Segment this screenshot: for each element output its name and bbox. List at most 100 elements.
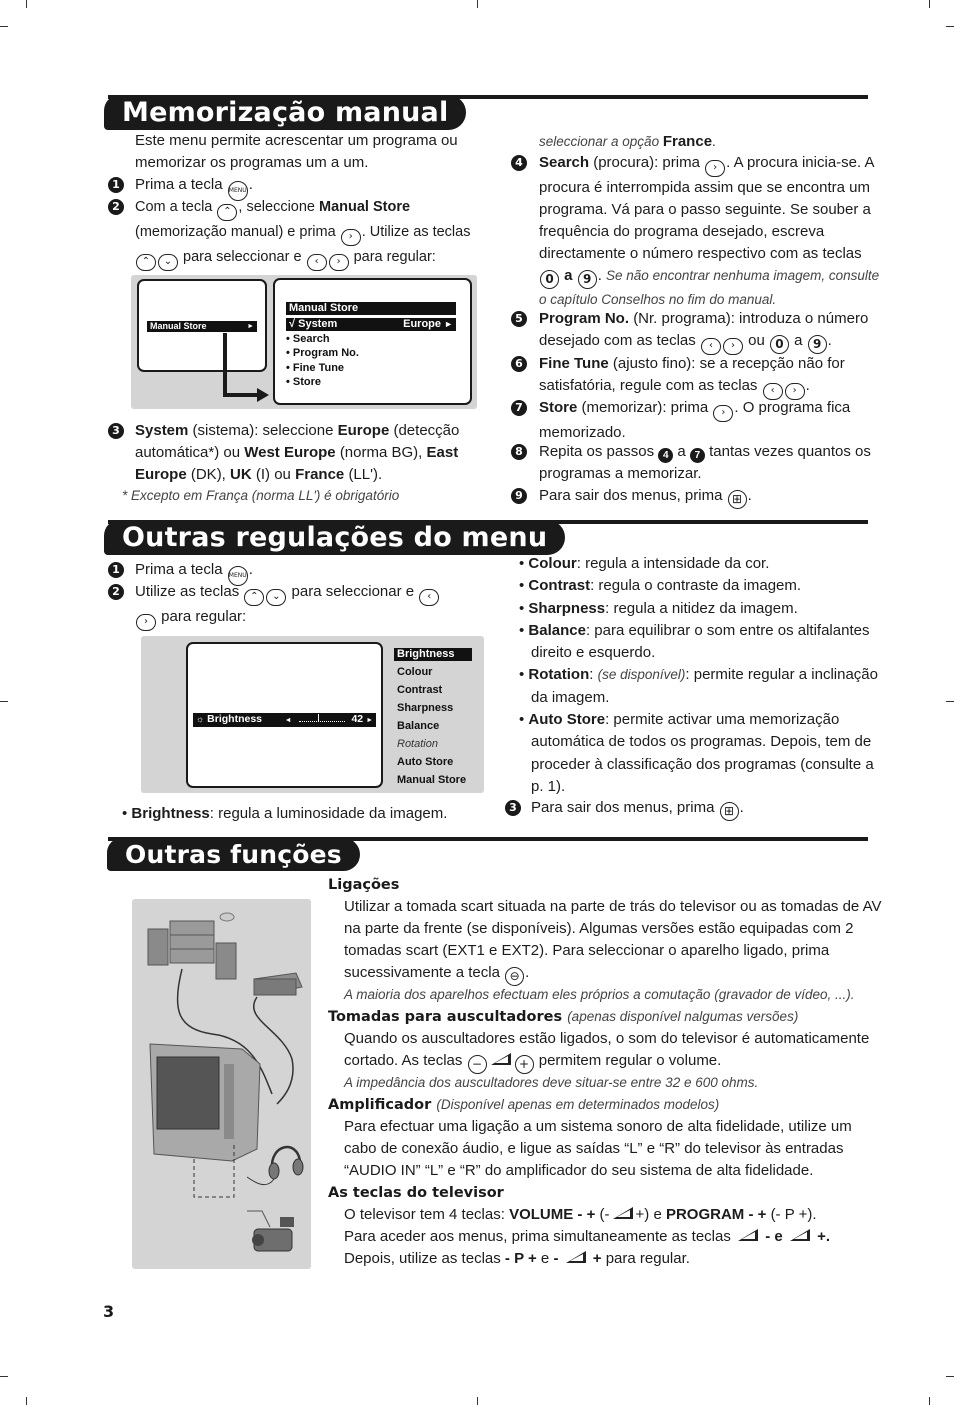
connections-diagram <box>147 912 304 1252</box>
step-5: Program No. (Nr. programa): introduza o … <box>539 308 884 355</box>
bullet-item: • Colour: regula a intensidade da cor. <box>519 555 770 572</box>
crop-mark <box>929 1397 930 1405</box>
right-key-icon: › <box>705 160 726 177</box>
bullet-label: Rotation <box>528 666 590 684</box>
bullet-note: (se disponível) <box>597 667 686 683</box>
digit-9-key-icon: 9 <box>807 335 827 354</box>
bullet-item: • Auto Store: permite activar uma memori… <box>519 711 874 795</box>
bullet-label: Auto Store <box>528 711 606 729</box>
headphones-body: Quando os auscultadores estão ligados, o… <box>344 1028 884 1074</box>
volume-icon <box>738 1229 759 1241</box>
tv-keys-line-2: Para aceder aos menus, prima simultaneam… <box>344 1228 830 1245</box>
crop-mark <box>26 1397 27 1405</box>
osd-menu-item: Colour <box>397 666 433 678</box>
bullet-label: Contrast <box>528 577 591 595</box>
step-number: 6 <box>511 356 527 372</box>
osd-menu-title: Manual Store <box>286 302 456 315</box>
osd-brightness-slider: ☼ Brightness ◄ 42 ► <box>193 713 376 727</box>
step-number: 3 <box>505 800 521 816</box>
digit-9-key-icon: 9 <box>577 270 597 289</box>
up-key-icon: ⌃ <box>244 589 265 606</box>
tv-screen-brightness: ☼ Brightness ◄ 42 ► <box>186 642 383 788</box>
slider-track <box>298 714 345 722</box>
decoder-box-icon <box>253 972 303 996</box>
left-key-icon: ‹ <box>306 254 327 271</box>
step-3: System (sistema): seleccione Europe (det… <box>135 422 460 483</box>
headphones-icon <box>246 1145 304 1186</box>
other-step-2: Utilize as teclas ⌃ ⌄ para seleccionar e … <box>135 581 455 631</box>
bullet-text: : regula a nitidez da imagem. <box>605 599 798 617</box>
left-key-icon: ‹ <box>419 589 440 606</box>
osd-menu-brightness: Brightness <box>394 648 472 661</box>
brightness-sun-icon: ☼ <box>196 714 205 724</box>
digit-0-key-icon: 0 <box>540 270 559 289</box>
step-number: 3 <box>108 423 124 439</box>
crop-mark <box>929 0 930 8</box>
crop-mark <box>946 1376 954 1377</box>
connections-note: A maioria dos aparelhos efectuam eles pr… <box>344 987 855 1002</box>
tv-screen-main-menu: Manual Store ► <box>137 279 267 372</box>
volume-icon <box>490 1053 511 1065</box>
step-number: 1 <box>108 562 124 578</box>
left-speaker-icon <box>147 928 169 966</box>
slider-thumb <box>317 714 319 722</box>
osd-menu-item: Sharpness <box>397 702 454 714</box>
step-number: 2 <box>108 199 124 215</box>
osd-illustration-manual-store: Manual Store ► Manual Store √ System Eur… <box>131 275 477 409</box>
hifi-system-icon <box>169 920 215 964</box>
right-key-icon: › <box>328 254 349 271</box>
heading-headphones: Tomadas para auscultadores (apenas dispo… <box>328 1009 799 1025</box>
intro-text: Este menu permite acrescentar um program… <box>135 132 458 171</box>
tv-keys-line-1: O televisor tem 4 teclas: VOLUME - + (- +… <box>344 1206 817 1223</box>
right-key-icon: › <box>136 614 156 631</box>
osd-manual-store-item: Manual Store ► <box>147 321 257 332</box>
step-number: 7 <box>511 400 527 416</box>
bullet-item: • Sharpness: regula a nitidez da imagem. <box>519 599 798 617</box>
down-key-icon: ⌄ <box>266 589 287 606</box>
step-ref: 7 <box>689 448 705 463</box>
section-title-manual-store: Memorização manual <box>104 95 467 130</box>
crop-mark <box>946 26 954 27</box>
step-ref: 4 <box>658 448 674 463</box>
step-6: Fine Tune (ajusto fino): se a recepção n… <box>539 353 884 400</box>
tv-screen-manual-store-menu: Manual Store √ System Europe ► • Search … <box>273 278 472 405</box>
arrow-head-icon <box>257 388 269 402</box>
bullet-text: : regula o contraste da imagem. <box>590 577 802 595</box>
bullet-brightness: • Brightness: regula a luminosidade da i… <box>122 805 448 822</box>
page-number: 3 <box>103 1302 115 1321</box>
step-2: Com a tecla ⌃, seleccione Manual Store (… <box>135 196 480 271</box>
crop-mark <box>0 701 8 702</box>
step-9: Para sair dos menus, prima ⊞. <box>539 485 752 509</box>
heading-connections: Ligações <box>328 877 400 893</box>
footnote: * Excepto em França (norma LL') é obriga… <box>122 488 400 503</box>
volume-icon <box>789 1229 810 1241</box>
digit-0-key-icon: 0 <box>769 335 789 354</box>
up-key-icon: ⌃ <box>217 204 238 221</box>
step-number: 8 <box>511 444 527 460</box>
volume-icon <box>612 1207 633 1219</box>
footnote-continued: seleccionar a opção France. <box>539 133 716 150</box>
crop-mark <box>477 0 478 8</box>
osd-item-program-no: • Program No. <box>286 347 359 359</box>
osd-menu-item: Rotation <box>397 738 438 750</box>
bullet-list: • Colour: regula a intensidade da cor. • … <box>519 553 879 798</box>
crop-mark <box>0 1376 8 1377</box>
arrow-connector <box>223 333 227 397</box>
osd-item-fine-tune: • Fine Tune <box>286 362 345 374</box>
bullet-label: Balance <box>528 621 586 639</box>
osd-item-store: • Store <box>286 376 322 388</box>
headphones-note: A impedância dos auscultadores deve situ… <box>344 1075 759 1090</box>
tv-keys-line-3: Depois, utilize as teclas - P + e - + pa… <box>344 1250 690 1267</box>
right-key-icon: › <box>713 405 734 422</box>
right-speaker-icon <box>215 942 237 980</box>
exit-menu-key-icon: ⊞ <box>719 802 739 821</box>
bullet-item: • Contrast: regula o contraste da imagem… <box>519 577 802 595</box>
osd-menu-item: Contrast <box>397 684 443 696</box>
television-icon <box>149 1043 261 1162</box>
section-title-other-settings: Outras regulações do menu <box>104 520 566 555</box>
step-number: 5 <box>511 311 527 327</box>
crop-mark <box>477 1397 478 1405</box>
crop-mark <box>26 0 27 8</box>
step-number: 9 <box>511 488 527 504</box>
bullet-label: Sharpness <box>528 599 606 617</box>
